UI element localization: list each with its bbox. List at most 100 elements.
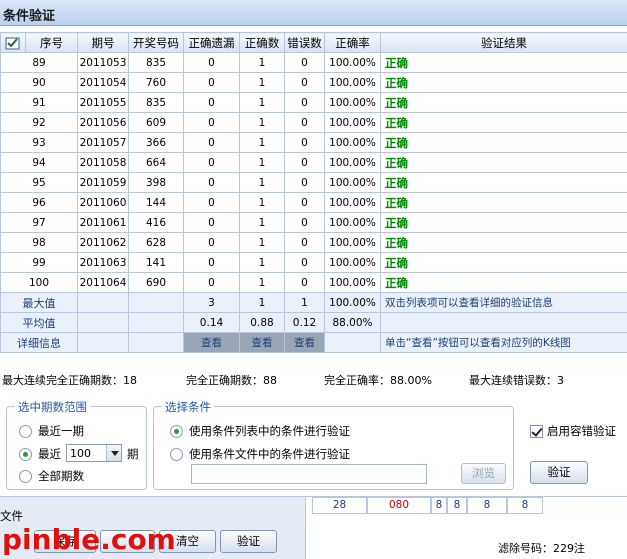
row-cell-period: 2011064 bbox=[77, 272, 129, 293]
row-cell-index: 90 bbox=[0, 72, 78, 93]
row-cell-correct-count: 1 bbox=[239, 252, 285, 273]
max-cell: 3 bbox=[183, 292, 240, 313]
table-row[interactable]: 89 2011053 835 0 1 0 100.00% 正确 bbox=[0, 52, 627, 73]
table-row[interactable]: 96 2011060 144 0 1 0 100.00% 正确 bbox=[0, 192, 627, 213]
view-error-button[interactable]: 查看 bbox=[284, 332, 325, 353]
period-count-select[interactable]: 100 bbox=[66, 444, 122, 462]
max-cell bbox=[128, 292, 184, 313]
window-titlebar: 条件验证 bbox=[0, 0, 627, 26]
fault-tolerance-checkbox[interactable]: 启用容错验证 bbox=[530, 423, 616, 439]
file-label: 文件 bbox=[0, 509, 23, 523]
radio-use-condition-list[interactable]: 使用条件列表中的条件进行验证 bbox=[170, 423, 350, 439]
row-cell-correct-miss: 0 bbox=[183, 172, 240, 193]
max-row-note: 双击列表项可以查看详细的验证信息 bbox=[380, 292, 627, 313]
radio-dot[interactable] bbox=[19, 424, 32, 438]
table-row[interactable]: 92 2011056 609 0 1 0 100.00% 正确 bbox=[0, 112, 627, 133]
row-cell-correct-miss: 0 bbox=[183, 92, 240, 113]
radio-dot[interactable] bbox=[19, 469, 32, 483]
verify-button[interactable]: 验证 bbox=[530, 461, 588, 484]
chevron-down-icon[interactable] bbox=[106, 445, 121, 461]
radio-latest-n[interactable]: 最近 bbox=[19, 446, 61, 462]
row-cell-period: 2011056 bbox=[77, 112, 129, 133]
col-header-index[interactable]: 序号 bbox=[25, 32, 78, 53]
col-header-correct-count[interactable]: 正确数 bbox=[239, 32, 285, 53]
radio-all-periods[interactable]: 全部期数 bbox=[19, 468, 84, 484]
detail-cell bbox=[128, 332, 184, 353]
detail-row: 详细信息 查看 查看 查看 单击“查看”按钮可以查看对应列的K线图 bbox=[0, 332, 627, 353]
row-cell-correct-rate: 100.00% bbox=[324, 132, 381, 153]
number-cell: 8 bbox=[467, 497, 507, 514]
row-cell-correct-rate: 100.00% bbox=[324, 72, 381, 93]
row-cell-error-count: 0 bbox=[284, 152, 325, 173]
row-cell-period: 2011060 bbox=[77, 192, 129, 213]
row-cell-index: 95 bbox=[0, 172, 78, 193]
row-cell-draw-number: 141 bbox=[128, 252, 184, 273]
browse-button[interactable]: 浏览 bbox=[461, 463, 506, 484]
checkbox-checked[interactable] bbox=[530, 424, 543, 438]
view-correct-button[interactable]: 查看 bbox=[239, 332, 285, 353]
row-cell-draw-number: 835 bbox=[128, 92, 184, 113]
col-header-period[interactable]: 期号 bbox=[77, 32, 129, 53]
row-cell-result: 正确 bbox=[380, 192, 627, 213]
avg-cell bbox=[128, 312, 184, 333]
bottom-verify-button[interactable]: 验证 bbox=[220, 530, 277, 553]
table-row[interactable]: 99 2011063 141 0 1 0 100.00% 正确 bbox=[0, 252, 627, 273]
row-cell-correct-count: 1 bbox=[239, 232, 285, 253]
col-header-correct-rate[interactable]: 正确率 bbox=[324, 32, 381, 53]
period-count-value: 100 bbox=[70, 447, 91, 460]
table-row[interactable]: 93 2011057 366 0 1 0 100.00% 正确 bbox=[0, 132, 627, 153]
row-cell-correct-miss: 0 bbox=[183, 232, 240, 253]
radio-latest-n-label: 最近 bbox=[38, 447, 61, 461]
row-cell-correct-count: 1 bbox=[239, 212, 285, 233]
table-row[interactable]: 98 2011062 628 0 1 0 100.00% 正确 bbox=[0, 232, 627, 253]
row-cell-index: 89 bbox=[0, 52, 78, 73]
row-cell-period: 2011057 bbox=[77, 132, 129, 153]
row-cell-correct-miss: 0 bbox=[183, 192, 240, 213]
row-cell-error-count: 0 bbox=[284, 112, 325, 133]
row-cell-draw-number: 398 bbox=[128, 172, 184, 193]
row-cell-correct-miss: 0 bbox=[183, 212, 240, 233]
row-cell-result: 正确 bbox=[380, 212, 627, 233]
max-cell: 100.00% bbox=[324, 292, 381, 313]
table-row[interactable]: 100 2011064 690 0 1 0 100.00% 正确 bbox=[0, 272, 627, 293]
radio-dot-selected[interactable] bbox=[170, 424, 183, 438]
row-cell-correct-count: 1 bbox=[239, 92, 285, 113]
col-header-error-count[interactable]: 错误数 bbox=[284, 32, 325, 53]
row-cell-result: 正确 bbox=[380, 92, 627, 113]
table-row[interactable]: 91 2011055 835 0 1 0 100.00% 正确 bbox=[0, 92, 627, 113]
radio-all-periods-label: 全部期数 bbox=[38, 469, 84, 483]
row-cell-correct-count: 1 bbox=[239, 72, 285, 93]
view-miss-button[interactable]: 查看 bbox=[183, 332, 240, 353]
condition-file-path-input[interactable] bbox=[191, 464, 427, 484]
row-cell-draw-number: 835 bbox=[128, 52, 184, 73]
number-cell: 28 bbox=[312, 497, 367, 514]
table-row[interactable]: 97 2011061 416 0 1 0 100.00% 正确 bbox=[0, 212, 627, 233]
row-cell-correct-rate: 100.00% bbox=[324, 212, 381, 233]
col-header-result[interactable]: 验证结果 bbox=[380, 32, 627, 53]
number-cell: 8 bbox=[507, 497, 543, 514]
table-row[interactable]: 90 2011054 760 0 1 0 100.00% 正确 bbox=[0, 72, 627, 93]
stat-correct-rate: 完全正确率：88.00% bbox=[324, 374, 432, 387]
row-cell-error-count: 0 bbox=[284, 212, 325, 233]
table-row[interactable]: 94 2011058 664 0 1 0 100.00% 正确 bbox=[0, 152, 627, 173]
select-all-icon[interactable] bbox=[0, 32, 26, 53]
row-cell-draw-number: 628 bbox=[128, 232, 184, 253]
row-cell-correct-miss: 0 bbox=[183, 152, 240, 173]
max-cell: 1 bbox=[284, 292, 325, 313]
radio-latest-one[interactable]: 最近一期 bbox=[19, 423, 84, 439]
row-cell-error-count: 0 bbox=[284, 272, 325, 293]
radio-dot-selected[interactable] bbox=[19, 447, 32, 461]
col-header-correct-miss[interactable]: 正确遗漏 bbox=[183, 32, 240, 53]
row-cell-error-count: 0 bbox=[284, 192, 325, 213]
row-cell-index: 94 bbox=[0, 152, 78, 173]
row-cell-draw-number: 416 bbox=[128, 212, 184, 233]
radio-use-condition-file[interactable]: 使用条件文件中的条件进行验证 bbox=[170, 446, 350, 462]
row-cell-result: 正确 bbox=[380, 232, 627, 253]
row-cell-correct-miss: 0 bbox=[183, 52, 240, 73]
col-header-draw-number[interactable]: 开奖号码 bbox=[128, 32, 184, 53]
row-cell-period: 2011055 bbox=[77, 92, 129, 113]
row-cell-correct-count: 1 bbox=[239, 112, 285, 133]
row-cell-draw-number: 144 bbox=[128, 192, 184, 213]
radio-dot[interactable] bbox=[170, 447, 183, 461]
table-row[interactable]: 95 2011059 398 0 1 0 100.00% 正确 bbox=[0, 172, 627, 193]
